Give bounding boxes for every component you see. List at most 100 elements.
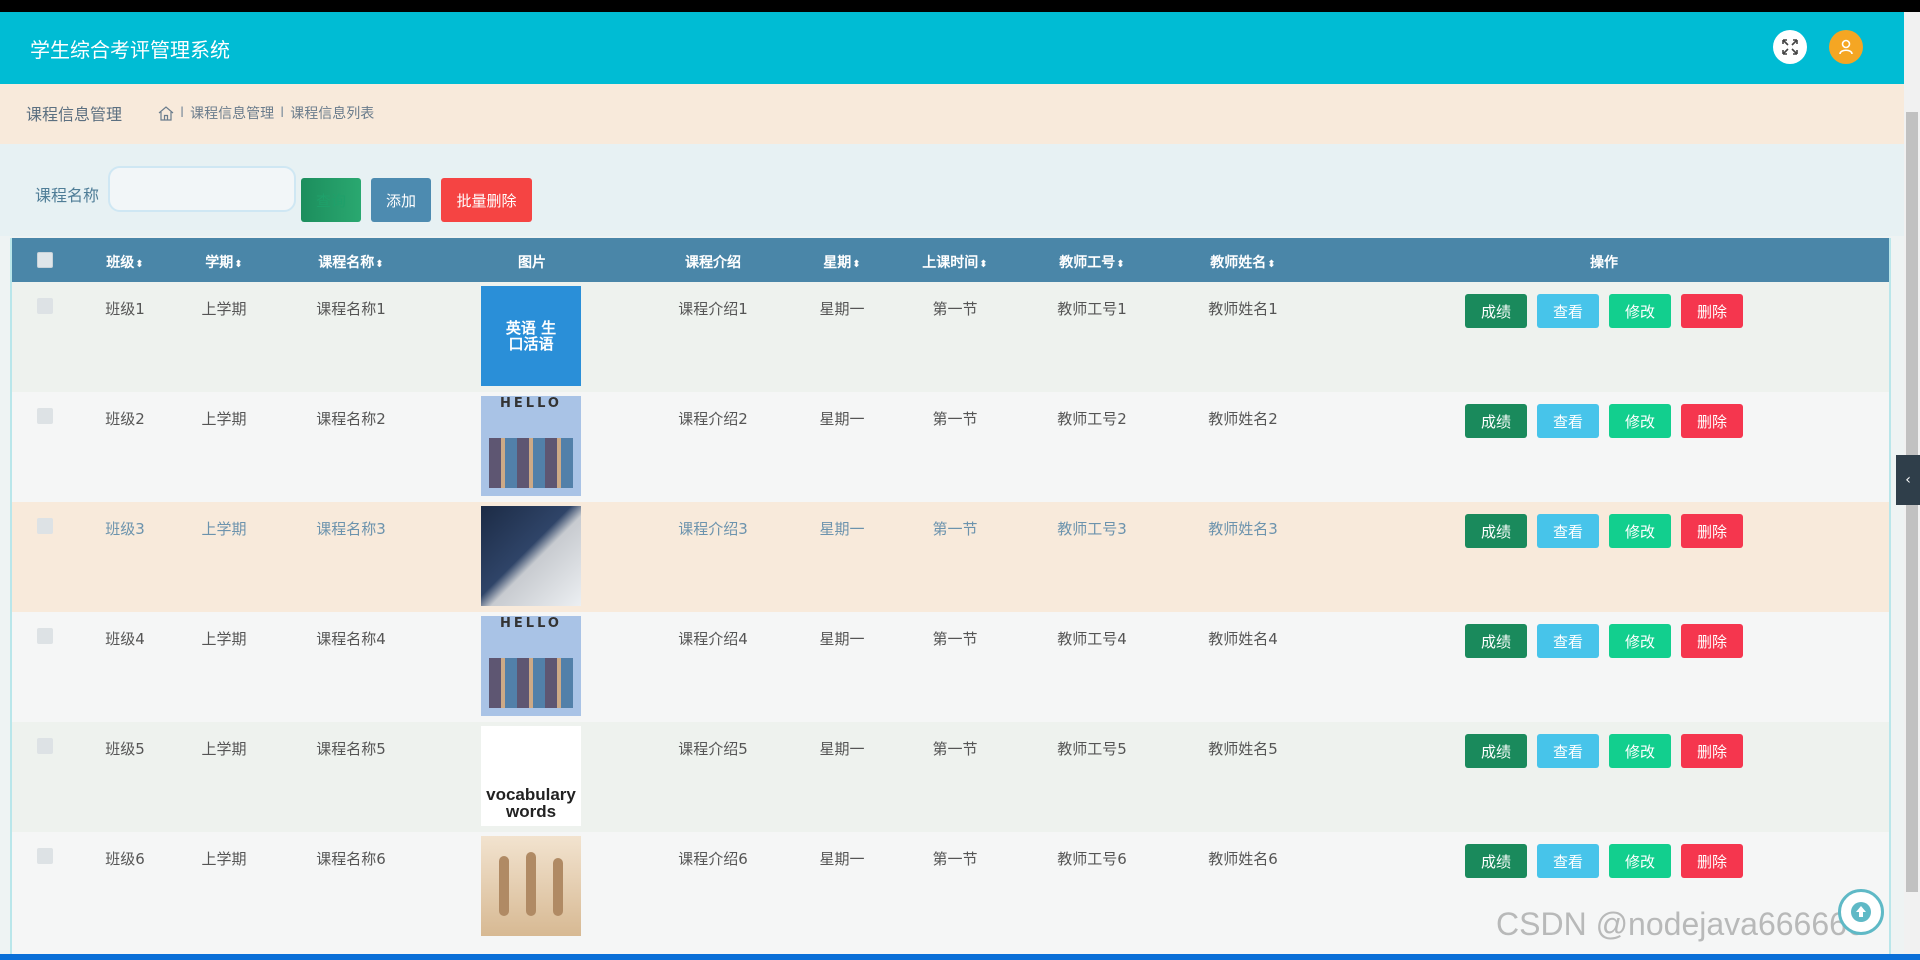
score-button[interactable]: 成绩 [1465,734,1527,768]
course-image: HELLO [481,616,581,716]
bottom-strip [0,954,1920,960]
view-button[interactable]: 查看 [1537,294,1599,328]
delete-button[interactable]: 删除 [1681,734,1743,768]
cell-course: 课程名称1 [316,300,386,318]
row-checkbox[interactable] [37,848,53,864]
batch-delete-button[interactable]: 批量删除 [441,178,532,222]
table-header: 班级⬍ 学期⬍ 课程名称⬍ 图片 课程介绍 星期⬍ 上课时间⬍ 教师工号⬍ 教师… [12,238,1889,282]
cell-course: 课程名称4 [316,630,386,648]
edit-button[interactable]: 修改 [1609,734,1671,768]
sort-icon: ⬍ [375,259,384,270]
course-image [481,836,581,936]
column-header-intro: 课程介绍 [685,255,741,271]
edit-button[interactable]: 修改 [1609,624,1671,658]
search-button[interactable]: 查询 [301,178,361,222]
fullscreen-button[interactable] [1773,30,1807,64]
edit-button[interactable]: 修改 [1609,844,1671,878]
breadcrumb: I 课程信息管理 I 课程信息列表 [158,103,374,123]
row-checkbox[interactable] [37,628,53,644]
row-checkbox[interactable] [37,298,53,314]
cell-time: 第一节 [932,630,978,648]
cell-teacher-name: 教师姓名6 [1208,850,1278,868]
cell-time: 第一节 [932,300,978,318]
cell-class: 班级3 [105,520,145,538]
cell-course: 课程名称3 [316,520,386,538]
sort-icon: ⬍ [135,259,144,270]
breadcrumb-item[interactable]: 课程信息管理 [190,103,274,123]
course-name-input[interactable] [108,166,296,212]
column-header-teacher-name[interactable]: 教师姓名⬍ [1210,252,1275,272]
cell-teacher-name: 教师姓名3 [1208,520,1278,538]
cell-term: 上学期 [201,850,247,868]
row-checkbox[interactable] [37,408,53,424]
score-button[interactable]: 成绩 [1465,624,1527,658]
edit-button[interactable]: 修改 [1609,294,1671,328]
cell-teacher-name: 教师姓名2 [1208,410,1278,428]
cell-class: 班级6 [105,850,145,868]
column-header-time[interactable]: 上课时间⬍ [922,252,987,272]
view-button[interactable]: 查看 [1537,624,1599,658]
delete-button[interactable]: 删除 [1681,294,1743,328]
sidebar-toggle-button[interactable]: ‹ [1896,455,1920,505]
column-label: 班级 [106,255,135,271]
cell-class: 班级5 [105,740,145,758]
view-button[interactable]: 查看 [1537,734,1599,768]
edit-button[interactable]: 修改 [1609,514,1671,548]
cell-course: 课程名称5 [316,740,386,758]
column-header-class[interactable]: 班级⬍ [106,252,143,272]
score-button[interactable]: 成绩 [1465,844,1527,878]
delete-button[interactable]: 删除 [1681,404,1743,438]
home-icon[interactable] [158,105,174,121]
column-header-term[interactable]: 学期⬍ [205,252,242,272]
watermark: CSDN @nodejava666666 [1496,906,1865,942]
sort-icon: ⬍ [1267,259,1276,270]
cell-teacher-name: 教师姓名1 [1208,300,1278,318]
course-image: HELLO [481,396,581,496]
table-row: 班级3 上学期 课程名称3 课程介绍3 星期一 第一节 教师工号3 教师姓名3 成绩 查看 修改 删除 [12,502,1889,612]
column-header-weekday[interactable]: 星期⬍ [823,252,860,272]
cell-teacher-id: 教师工号3 [1057,520,1127,538]
column-label: 学期 [205,255,234,271]
row-checkbox[interactable] [37,738,53,754]
view-button[interactable]: 查看 [1537,844,1599,878]
column-header-teacher-id[interactable]: 教师工号⬍ [1059,252,1124,272]
row-checkbox[interactable] [37,518,53,534]
cell-intro: 课程介绍5 [678,740,748,758]
expand-icon [1782,39,1798,55]
table-row: 班级4 上学期 课程名称4 课程介绍4 星期一 第一节 教师工号4 教师姓名4 HELLO 成绩查… [12,612,1889,722]
delete-button[interactable]: 删除 [1681,844,1743,878]
add-button[interactable]: 添加 [371,178,431,222]
cell-time: 第一节 [932,740,978,758]
cell-intro: 课程介绍4 [678,630,748,648]
arrow-up-icon [1851,902,1871,922]
cell-intro: 课程介绍3 [678,520,748,538]
edit-button[interactable]: 修改 [1609,404,1671,438]
score-button[interactable]: 成绩 [1465,404,1527,438]
cell-term: 上学期 [201,630,247,648]
top-header: 学生综合考评管理系统 [0,12,1904,84]
delete-button[interactable]: 删除 [1681,624,1743,658]
cell-intro: 课程介绍2 [678,410,748,428]
view-button[interactable]: 查看 [1537,514,1599,548]
select-all-checkbox[interactable] [37,252,53,268]
user-avatar-button[interactable] [1829,30,1863,64]
column-label: 课程名称 [318,255,375,271]
column-label: 教师工号 [1059,255,1116,271]
breadcrumb-bar: 课程信息管理 I 课程信息管理 I 课程信息列表 [0,84,1904,144]
sort-icon: ⬍ [234,259,243,270]
cell-teacher-name: 教师姓名4 [1208,630,1278,648]
column-header-course-name[interactable]: 课程名称⬍ [318,252,383,272]
back-to-top-button[interactable] [1838,889,1884,935]
score-button[interactable]: 成绩 [1465,294,1527,328]
cell-weekday: 星期一 [819,630,865,648]
cell-term: 上学期 [201,300,247,318]
breadcrumb-item: 课程信息列表 [290,106,375,122]
delete-button[interactable]: 删除 [1681,514,1743,548]
cell-class: 班级4 [105,630,145,648]
thumb-text: 英语 生口活语 [505,318,557,353]
score-button[interactable]: 成绩 [1465,514,1527,548]
search-bar: 课程名称 查询 添加 批量删除 [0,144,1904,236]
view-button[interactable]: 查看 [1537,404,1599,438]
column-label: 星期 [823,255,852,271]
cell-teacher-id: 教师工号5 [1057,740,1127,758]
